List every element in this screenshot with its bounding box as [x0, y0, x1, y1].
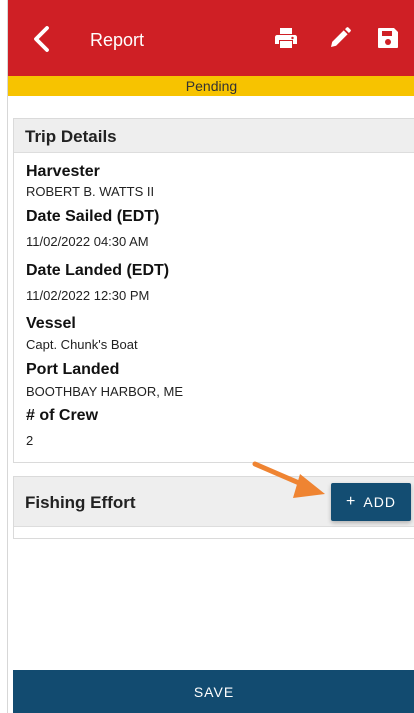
print-button[interactable]: [273, 25, 299, 51]
chevron-left-icon: [34, 26, 49, 52]
fishing-effort-header: Fishing Effort + ADD: [14, 477, 414, 527]
trip-details-header: Trip Details: [14, 119, 414, 153]
save-button[interactable]: SAVE: [13, 670, 414, 713]
trip-details-card: Trip Details Harvester ROBERT B. WATTS I…: [13, 118, 414, 463]
back-button[interactable]: [28, 23, 54, 55]
arrow-right-icon: [252, 461, 325, 498]
status-badge: Pending: [8, 76, 414, 96]
plus-icon: +: [346, 493, 357, 510]
trip-details-title: Trip Details: [25, 127, 117, 146]
date-landed-value: 11/02/2022 12:30 PM: [26, 288, 150, 303]
harvester-label: Harvester: [26, 163, 100, 180]
crew-count-value: 2: [26, 433, 34, 448]
fishing-effort-card: Fishing Effort + ADD: [13, 476, 414, 539]
page-title: Report: [90, 30, 145, 50]
port-landed-value: BOOTHBAY HARBOR, ME: [26, 384, 183, 399]
port-landed-label: Port Landed: [26, 361, 120, 378]
save-icon-button[interactable]: [375, 25, 401, 51]
edit-button[interactable]: [327, 25, 353, 51]
vessel-label: Vessel: [26, 315, 76, 332]
add-button-label: ADD: [363, 494, 396, 510]
app-header: Report: [8, 0, 414, 76]
date-landed-label: Date Landed (EDT): [26, 262, 170, 279]
harvester-value: ROBERT B. WATTS II: [26, 184, 155, 199]
crew-count-label: # of Crew: [26, 407, 99, 424]
report-screen: Report Pending Trip Details Harvester RO…: [7, 0, 414, 713]
printer-icon: [275, 28, 297, 48]
fishing-effort-title: Fishing Effort: [25, 493, 136, 512]
add-fishing-effort-button[interactable]: + ADD: [331, 483, 411, 521]
date-sailed-label: Date Sailed (EDT): [26, 208, 160, 225]
vessel-value: Capt. Chunk's Boat: [26, 337, 138, 352]
pencil-icon: [331, 27, 351, 47]
date-sailed-value: 11/02/2022 04:30 AM: [26, 234, 149, 249]
save-disk-icon: [378, 28, 398, 48]
